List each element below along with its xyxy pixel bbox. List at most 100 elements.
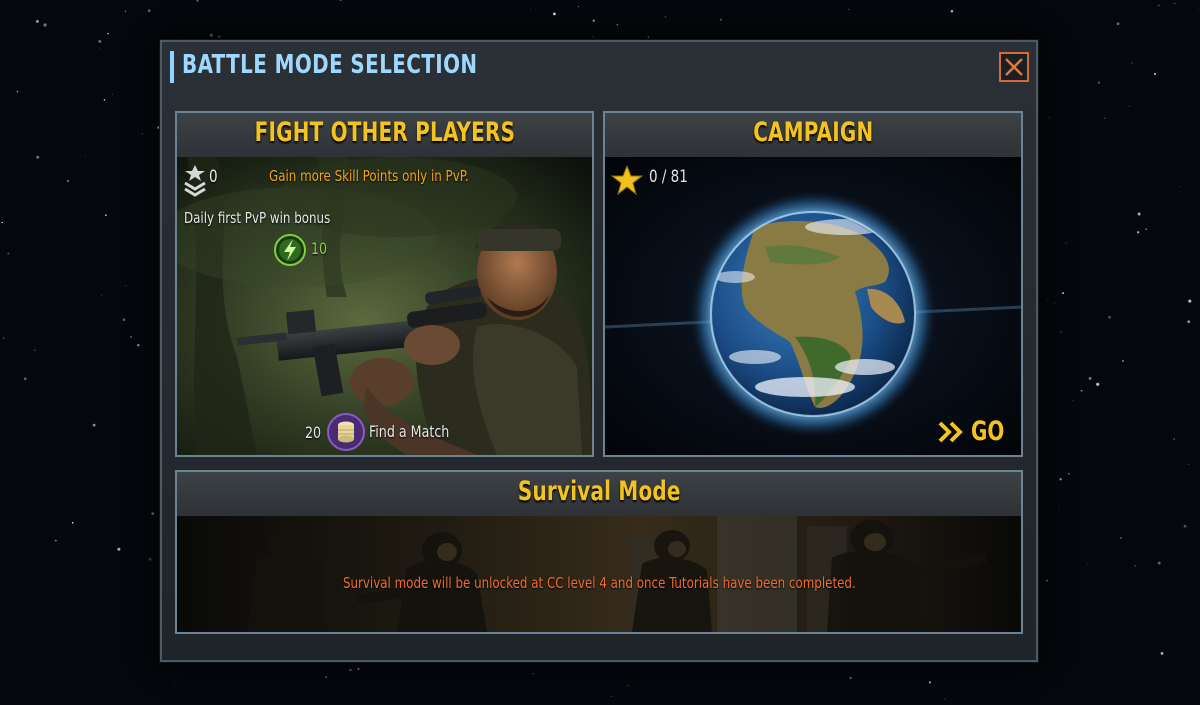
star-dot <box>36 155 40 159</box>
star-dot <box>357 667 360 670</box>
star-dot <box>325 676 328 679</box>
star-dot <box>1058 508 1060 510</box>
daily-bonus-label: Daily first PvP win bonus <box>184 209 331 227</box>
star-dot <box>1157 4 1160 7</box>
pvp-title: FIGHT OTHER PLAYERS <box>254 117 515 148</box>
survival-title: Survival Mode <box>517 476 681 507</box>
star-dot <box>16 90 19 93</box>
star-dot <box>122 318 126 321</box>
star-dot <box>647 36 650 38</box>
star-dot <box>610 696 612 697</box>
close-icon <box>1005 58 1023 76</box>
star-dot <box>1187 320 1191 324</box>
star-dot <box>1088 377 1092 380</box>
star-dot <box>944 698 946 700</box>
star-dot <box>349 668 352 672</box>
star-dot <box>23 377 27 381</box>
earth-globe-artwork <box>605 157 1021 455</box>
star-dot <box>1174 3 1176 5</box>
star-dot <box>151 512 155 516</box>
star-dot <box>148 557 152 561</box>
go-label: GO <box>971 416 1005 447</box>
star-dot <box>1160 651 1164 655</box>
star-dot <box>1157 561 1161 565</box>
star-dot <box>141 133 144 135</box>
dialog-title: BATTLE MODE SELECTION <box>182 50 478 80</box>
star-dot <box>849 676 852 680</box>
star-dot <box>1046 579 1048 582</box>
star-dot <box>124 10 126 12</box>
rank-chevron-icon <box>184 165 206 197</box>
star-dot <box>1183 524 1187 528</box>
pvp-mode-card[interactable]: FIGHT OTHER PLAYERS 0 Gain more Skill Po… <box>175 111 594 457</box>
star-dot <box>112 93 114 95</box>
star-dot <box>1080 389 1083 392</box>
star-dot <box>1188 464 1190 465</box>
star-dot <box>1180 186 1181 187</box>
star-dot <box>174 685 176 687</box>
campaign-title: CAMPAIGN <box>752 117 874 148</box>
star-dot <box>1134 564 1137 567</box>
star-dot <box>1136 231 1140 234</box>
campaign-star-progress: 0 / 81 <box>649 167 688 187</box>
find-match-button[interactable]: Find a Match <box>327 413 467 451</box>
bonus-energy-value: 10 <box>311 239 328 258</box>
go-button[interactable]: GO <box>935 415 1015 449</box>
double-chevron-icon <box>938 421 963 443</box>
energy-bolt-icon <box>274 234 306 266</box>
star-dot <box>1059 477 1062 481</box>
star-dot <box>578 6 580 8</box>
star-dot <box>1087 564 1088 565</box>
star-dot <box>784 5 786 6</box>
star-dot <box>1068 473 1070 475</box>
star-dot <box>1197 9 1199 11</box>
star-dot <box>137 344 140 347</box>
star-dot <box>1065 242 1067 244</box>
star-dot <box>950 9 954 13</box>
star-dot <box>1046 299 1048 300</box>
survival-lock-notice-text: Survival mode will be unlocked at CC lev… <box>342 574 856 592</box>
star-dot <box>1060 331 1062 333</box>
star-dot <box>2 337 5 339</box>
star-dot <box>105 214 107 217</box>
star-dot <box>616 23 619 26</box>
star-dot <box>125 284 127 287</box>
star-dot <box>98 39 102 43</box>
star-dot <box>103 99 106 101</box>
star-dot <box>117 547 121 551</box>
soldier-artwork <box>177 157 592 455</box>
skill-points-value: 0 <box>209 167 218 187</box>
star-dot <box>71 521 74 524</box>
star-dot <box>1128 105 1130 108</box>
star-dot <box>67 180 70 182</box>
survival-header: Survival Mode <box>177 472 1021 517</box>
star-dot <box>1062 292 1065 295</box>
star-dot <box>1145 228 1148 230</box>
star-dot <box>592 36 594 38</box>
star-dot <box>1108 315 1111 319</box>
star-dot <box>1097 81 1101 84</box>
star-dot <box>84 155 86 157</box>
star-dot <box>98 47 101 49</box>
star-dot <box>1104 117 1106 119</box>
survival-mode-card[interactable]: Survival Mode Survival mode will be unlo… <box>175 470 1023 634</box>
match-cost-value: 20 <box>305 423 322 442</box>
star-dot <box>130 336 132 338</box>
star-dot <box>532 673 534 675</box>
pvp-header: FIGHT OTHER PLAYERS <box>177 113 592 158</box>
star-dot <box>33 349 36 352</box>
star-icon <box>611 164 643 196</box>
close-button[interactable] <box>999 52 1029 82</box>
star-dot <box>1137 212 1141 216</box>
star-dot <box>107 32 110 35</box>
star-dot <box>1130 62 1133 64</box>
survival-lock-notice: Survival mode will be unlocked at CC lev… <box>177 574 1021 592</box>
star-dot <box>848 8 850 11</box>
star-dot <box>147 9 151 13</box>
star-dot <box>1154 72 1156 75</box>
star-dot <box>592 19 595 22</box>
dialog-title-bar: BATTLE MODE SELECTION <box>162 42 1036 90</box>
star-dot <box>1048 117 1050 119</box>
campaign-mode-card[interactable]: CAMPAIGN 0 / 81 GO <box>603 111 1023 457</box>
star-dot <box>7 252 10 255</box>
